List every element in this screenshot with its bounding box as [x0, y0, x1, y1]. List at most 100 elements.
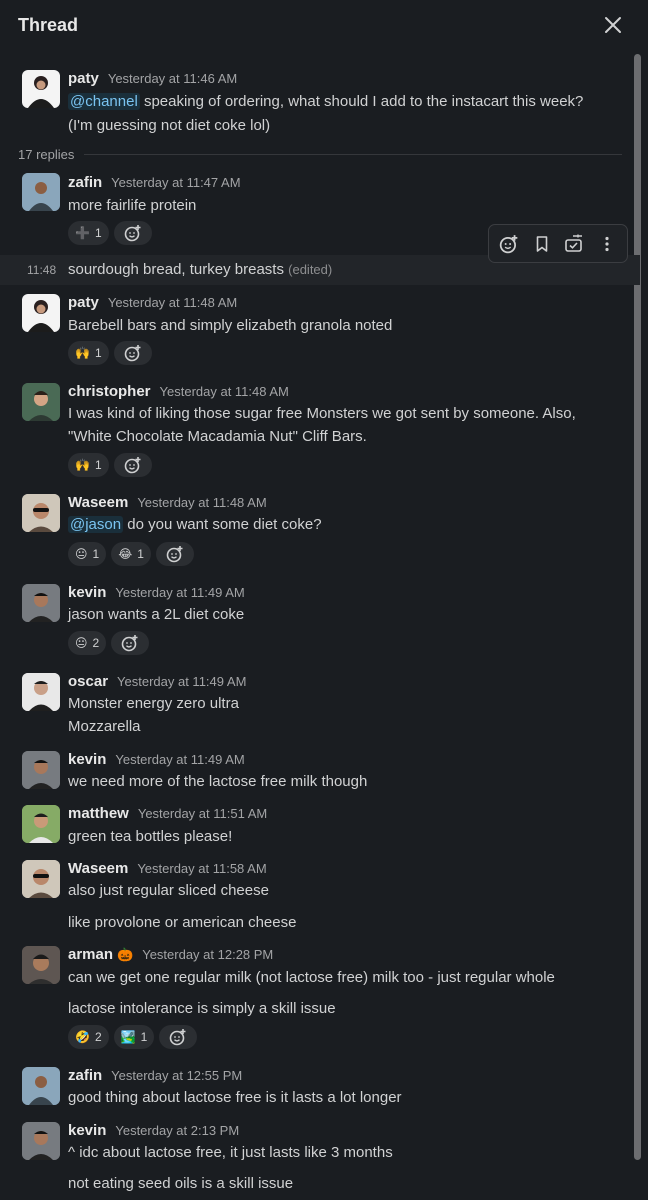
add-reaction-button[interactable]: [113, 221, 152, 245]
reaction-pill[interactable]: 😐 2: [68, 631, 107, 655]
author-name[interactable]: kevin: [68, 1122, 106, 1139]
author-name[interactable]: paty: [68, 294, 99, 311]
avatar[interactable]: [22, 383, 60, 421]
message-text: @channel speaking of ordering, what shou…: [68, 93, 584, 110]
replies-count: 17 replies: [18, 146, 75, 162]
message-text: can we get one regular milk (not lactose…: [68, 969, 555, 986]
replies-divider: 17 replies: [18, 145, 622, 163]
more-vertical-icon: [605, 236, 609, 251]
forward-icon: [565, 234, 583, 252]
raised-hands-emoji: 🙌: [75, 458, 90, 472]
author-name[interactable]: arman: [68, 946, 113, 963]
timestamp[interactable]: Yesterday at 2:13 PM: [115, 1123, 239, 1138]
add-reaction-icon: [121, 635, 138, 652]
message-actions-toolbar: [488, 224, 628, 263]
avatar[interactable]: [22, 173, 60, 211]
timestamp[interactable]: Yesterday at 11:49 AM: [115, 585, 244, 600]
more-actions-button[interactable]: [593, 230, 621, 258]
message-text: @jason do you want some diet coke?: [68, 516, 322, 533]
avatar[interactable]: [22, 584, 60, 622]
author-name[interactable]: kevin: [68, 751, 106, 768]
avatar[interactable]: [22, 860, 60, 898]
scrollbar[interactable]: [634, 54, 641, 1160]
add-reaction-button[interactable]: [495, 230, 523, 258]
timestamp[interactable]: Yesterday at 12:28 PM: [142, 947, 273, 962]
avatar[interactable]: [22, 1122, 60, 1160]
add-reaction-icon: [500, 234, 518, 253]
reaction-pill[interactable]: 🏞️ 1: [113, 1025, 155, 1049]
user-mention[interactable]: @jason: [68, 516, 124, 533]
message-text: like provolone or american cheese: [68, 914, 297, 931]
edited-label: (edited): [288, 262, 333, 277]
timestamp[interactable]: 11:48: [27, 263, 56, 277]
avatar[interactable]: [22, 673, 60, 711]
message-text: good thing about lactose free is it last…: [68, 1089, 402, 1106]
message-text: jason wants a 2L diet coke: [68, 606, 245, 623]
avatar[interactable]: [22, 494, 60, 532]
add-reaction-icon: [124, 345, 141, 362]
message-text: I was kind of liking those sugar free Mo…: [68, 405, 576, 422]
reaction-pill[interactable]: 🤣 2: [68, 1025, 109, 1049]
rofl-emoji: 🤣: [75, 1030, 90, 1044]
timestamp[interactable]: Yesterday at 11:58 AM: [137, 861, 266, 876]
add-reaction-icon: [124, 225, 141, 242]
bookmark-icon: [536, 235, 548, 252]
author-name[interactable]: zafin: [68, 1067, 102, 1084]
add-reaction-button[interactable]: [159, 1025, 198, 1049]
custom-emoji: 🏞️: [120, 1030, 136, 1044]
reaction-pill[interactable]: ➕ 1: [68, 221, 109, 245]
avatar[interactable]: [22, 70, 60, 108]
author-name[interactable]: paty: [68, 70, 99, 87]
message-text: lactose intolerance is simply a skill is…: [68, 1000, 336, 1017]
timestamp[interactable]: Yesterday at 11:46 AM: [108, 71, 237, 86]
message-text: Barebell bars and simply elizabeth grano…: [68, 317, 393, 334]
timestamp[interactable]: Yesterday at 11:51 AM: [138, 806, 267, 821]
reaction-pill[interactable]: 🙌 1: [68, 341, 109, 365]
message-text: ^ idc about lactose free, it just lasts …: [68, 1144, 393, 1161]
author-name[interactable]: matthew: [68, 805, 129, 822]
avatar[interactable]: [22, 294, 60, 332]
author-name[interactable]: christopher: [68, 383, 151, 400]
message-text: sourdough bread, turkey breasts (edited): [68, 261, 333, 278]
add-reaction-button[interactable]: [113, 453, 152, 477]
neutral-face-emoji: 😐: [75, 636, 88, 650]
avatar[interactable]: [22, 751, 60, 789]
author-name[interactable]: kevin: [68, 584, 106, 601]
timestamp[interactable]: Yesterday at 12:55 PM: [111, 1068, 242, 1083]
avatar[interactable]: [22, 946, 60, 984]
parent-message: paty Yesterday at 11:46 AM @channel spea…: [0, 0, 626, 140]
message-text: "White Chocolate Macadamia Nut" Cliff Ba…: [68, 428, 367, 445]
timestamp[interactable]: Yesterday at 11:48 AM: [108, 295, 237, 310]
timestamp[interactable]: Yesterday at 11:49 AM: [115, 752, 244, 767]
author-name[interactable]: Waseem: [68, 860, 128, 877]
author-name[interactable]: zafin: [68, 174, 102, 191]
add-reaction-icon: [166, 546, 183, 563]
raised-hands-emoji: 🙌: [75, 346, 90, 360]
add-reaction-icon: [169, 1029, 186, 1046]
message-text: we need more of the lactose free milk th…: [68, 773, 368, 790]
message-text: more fairlife protein: [68, 197, 197, 214]
reaction-pill[interactable]: 🙌 1: [68, 453, 109, 477]
reaction-pill[interactable]: 😐 1: [68, 542, 107, 566]
add-reaction-button[interactable]: [113, 341, 152, 365]
avatar[interactable]: [22, 1067, 60, 1105]
channel-mention[interactable]: @channel: [68, 93, 140, 110]
add-reaction-button[interactable]: [111, 631, 150, 655]
avatar[interactable]: [22, 805, 60, 843]
timestamp[interactable]: Yesterday at 11:48 AM: [160, 384, 289, 399]
timestamp[interactable]: Yesterday at 11:48 AM: [137, 495, 266, 510]
message-text: (I'm guessing not diet coke lol): [68, 117, 271, 134]
joy-emoji: 😂: [118, 547, 133, 561]
timestamp[interactable]: Yesterday at 11:47 AM: [111, 175, 240, 190]
author-name[interactable]: oscar: [68, 673, 108, 690]
message-text: not eating seed oils is a skill issue: [68, 1175, 294, 1192]
author-name[interactable]: Waseem: [68, 494, 128, 511]
message-text: green tea bottles please!: [68, 828, 233, 845]
timestamp[interactable]: Yesterday at 11:49 AM: [117, 674, 246, 689]
save-button[interactable]: [528, 230, 556, 258]
status-emoji: 🎃: [117, 947, 134, 962]
reaction-pill[interactable]: 😂 1: [111, 542, 151, 566]
forward-button[interactable]: [560, 230, 588, 258]
add-reaction-button[interactable]: [155, 542, 194, 566]
message-text: Monster energy zero ultra: [68, 695, 239, 712]
